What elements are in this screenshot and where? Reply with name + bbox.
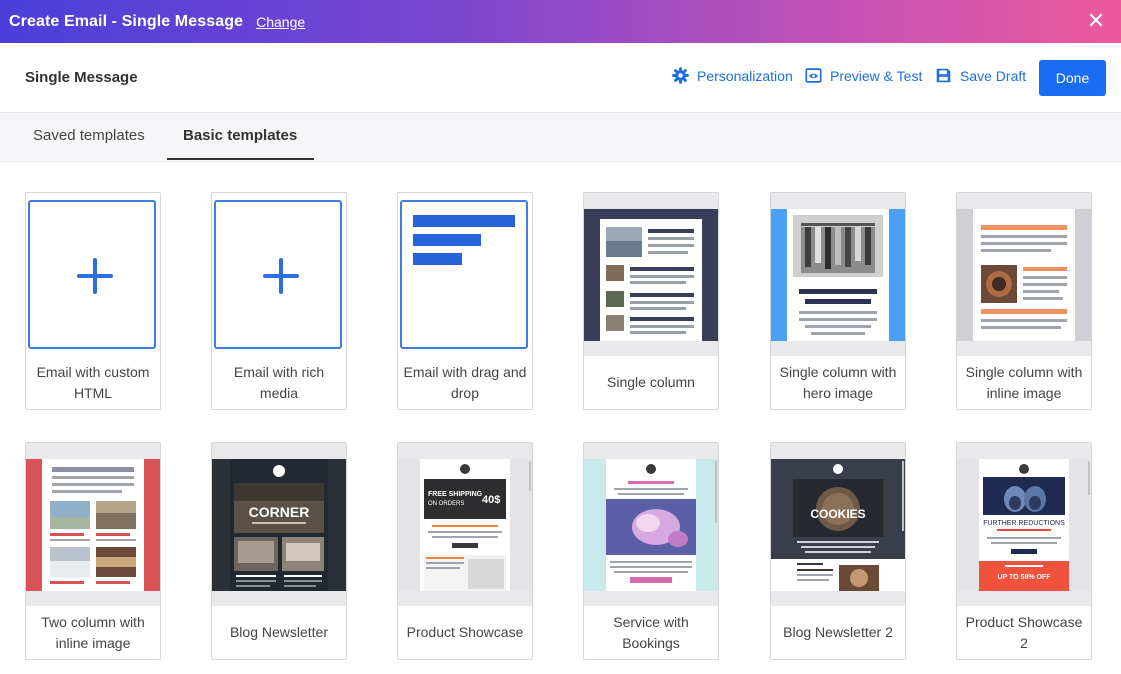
template-card-single-column[interactable]: Single column xyxy=(583,192,719,410)
template-card-blog-newsletter-2[interactable]: COOKIES Blog Newsletter 2 xyxy=(770,442,906,660)
header-bar: Single Message Personalization Preview &… xyxy=(0,43,1121,113)
template-card-service-bookings[interactable]: Service with Bookings xyxy=(583,442,719,660)
template-card-single-column-hero[interactable]: Single column with hero image xyxy=(770,192,906,410)
dialog-title: Create Email - Single Message xyxy=(9,12,244,30)
template-card-drag-drop[interactable]: Email with drag and drop xyxy=(397,192,533,410)
template-label: Single column with inline image xyxy=(965,363,1083,401)
template-card-rich-media[interactable]: Email with rich media xyxy=(211,192,347,410)
template-thumbnail: CORNER xyxy=(212,443,346,606)
template-thumbnail xyxy=(26,193,160,356)
template-card-two-column-inline[interactable]: Two column with inline image xyxy=(25,442,161,660)
title-bar: Create Email - Single Message Change xyxy=(0,0,1121,43)
template-label: Blog Newsletter 2 xyxy=(783,624,893,640)
save-draft-button[interactable]: Save Draft xyxy=(935,67,1026,84)
template-thumbnail xyxy=(26,443,160,606)
sale-thumb-badge: UP TO 58% OFF xyxy=(997,574,1051,581)
done-button[interactable]: Done xyxy=(1039,60,1106,96)
tab-basic-templates[interactable]: Basic templates xyxy=(183,127,297,144)
promo-amount: 40$ xyxy=(482,494,500,506)
gear-icon xyxy=(672,67,689,84)
eye-icon xyxy=(805,68,822,83)
sale-thumb-heading: FURTHER REDUCTIONS xyxy=(983,520,1065,527)
template-label: Blog Newsletter xyxy=(229,624,329,640)
template-thumbnail xyxy=(957,193,1091,356)
template-card-custom-html[interactable]: Email with custom HTML xyxy=(25,192,161,410)
template-thumbnail xyxy=(212,193,346,356)
template-thumbnail xyxy=(771,193,905,356)
personalization-label: Personalization xyxy=(697,67,793,84)
template-card-blog-newsletter[interactable]: CORNER Blog Newsletter xyxy=(211,442,347,660)
change-link[interactable]: Change xyxy=(256,14,305,30)
template-tabs: Saved templates Basic templates xyxy=(0,113,1121,162)
template-label: Product Showcase 2 xyxy=(965,613,1083,651)
template-label: Email with custom HTML xyxy=(36,363,150,401)
save-icon xyxy=(936,68,951,83)
template-card-product-showcase-2[interactable]: FURTHER REDUCTIONS UP TO 58% OFF Product… xyxy=(956,442,1092,660)
template-label: Email with rich media xyxy=(233,363,325,401)
template-label: Service with Bookings xyxy=(613,613,689,651)
template-card-single-column-inline[interactable]: Single column with inline image xyxy=(956,192,1092,410)
save-draft-label: Save Draft xyxy=(960,67,1027,84)
template-label: Two column with inline image xyxy=(41,613,145,651)
template-card-product-showcase[interactable]: FREE SHIPPING ON ORDERS 40$ Product Show… xyxy=(397,442,533,660)
close-icon[interactable] xyxy=(1086,10,1106,30)
cookies-thumb-title: COOKIES xyxy=(810,507,865,521)
tab-saved-templates[interactable]: Saved templates xyxy=(33,127,145,144)
template-thumbnail: FURTHER REDUCTIONS UP TO 58% OFF xyxy=(957,443,1091,606)
preview-test-button[interactable]: Preview & Test xyxy=(805,67,922,84)
promo-line-1: FREE SHIPPING xyxy=(428,491,483,498)
active-tab-indicator xyxy=(167,158,314,160)
template-label: Product Showcase xyxy=(406,624,524,640)
template-thumbnail xyxy=(584,443,718,606)
template-thumbnail xyxy=(584,193,718,356)
promo-line-2: ON ORDERS xyxy=(428,501,464,507)
template-thumbnail xyxy=(398,193,532,356)
template-label: Single column with hero image xyxy=(779,363,897,401)
template-label: Single column xyxy=(607,374,695,390)
preview-test-label: Preview & Test xyxy=(830,67,923,84)
template-label: Email with drag and drop xyxy=(403,363,527,401)
personalization-button[interactable]: Personalization xyxy=(672,67,793,84)
blog-thumb-title: CORNER xyxy=(249,504,310,520)
template-thumbnail: FREE SHIPPING ON ORDERS 40$ xyxy=(398,443,532,606)
page-title: Single Message xyxy=(25,69,138,86)
template-thumbnail: COOKIES xyxy=(771,443,905,606)
